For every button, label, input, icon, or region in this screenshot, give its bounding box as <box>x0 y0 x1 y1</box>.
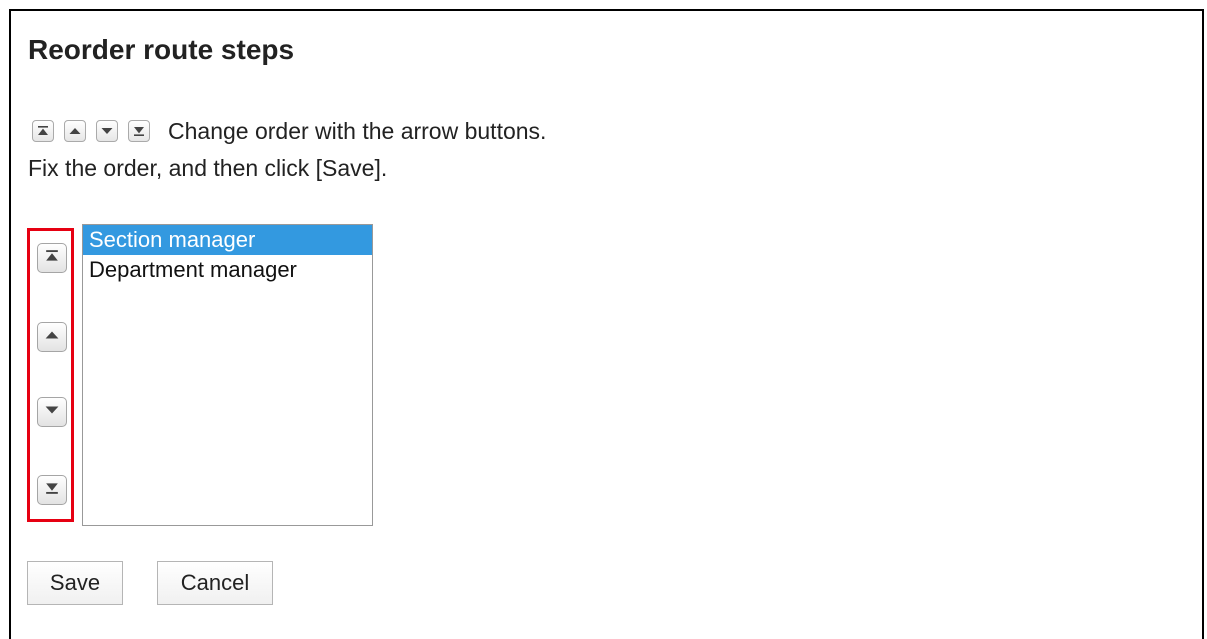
move-down-button[interactable] <box>37 397 67 427</box>
move-bottom-icon <box>128 120 150 142</box>
instructions-line-1: Change order with the arrow buttons. <box>168 118 547 144</box>
list-item[interactable]: Section manager <box>83 225 372 255</box>
move-to-top-button[interactable] <box>37 243 67 273</box>
move-top-icon <box>32 120 54 142</box>
list-item[interactable]: Department manager <box>83 255 372 285</box>
move-to-bottom-button[interactable] <box>37 475 67 505</box>
instructions-line-2: Fix the order, and then click [Save]. <box>28 155 388 181</box>
move-up-button[interactable] <box>37 322 67 352</box>
move-up-icon <box>64 120 86 142</box>
move-top-icon <box>45 249 59 268</box>
cancel-button[interactable]: Cancel <box>157 561 273 605</box>
page-title: Reorder route steps <box>28 34 295 65</box>
move-down-icon <box>45 403 59 422</box>
move-bottom-icon <box>45 481 59 500</box>
move-up-icon <box>45 328 59 347</box>
route-steps-listbox[interactable]: Section manager Department manager <box>82 224 373 526</box>
instructions-row: Change order with the arrow buttons. <box>32 118 546 144</box>
save-button[interactable]: Save <box>27 561 123 605</box>
move-down-icon <box>96 120 118 142</box>
